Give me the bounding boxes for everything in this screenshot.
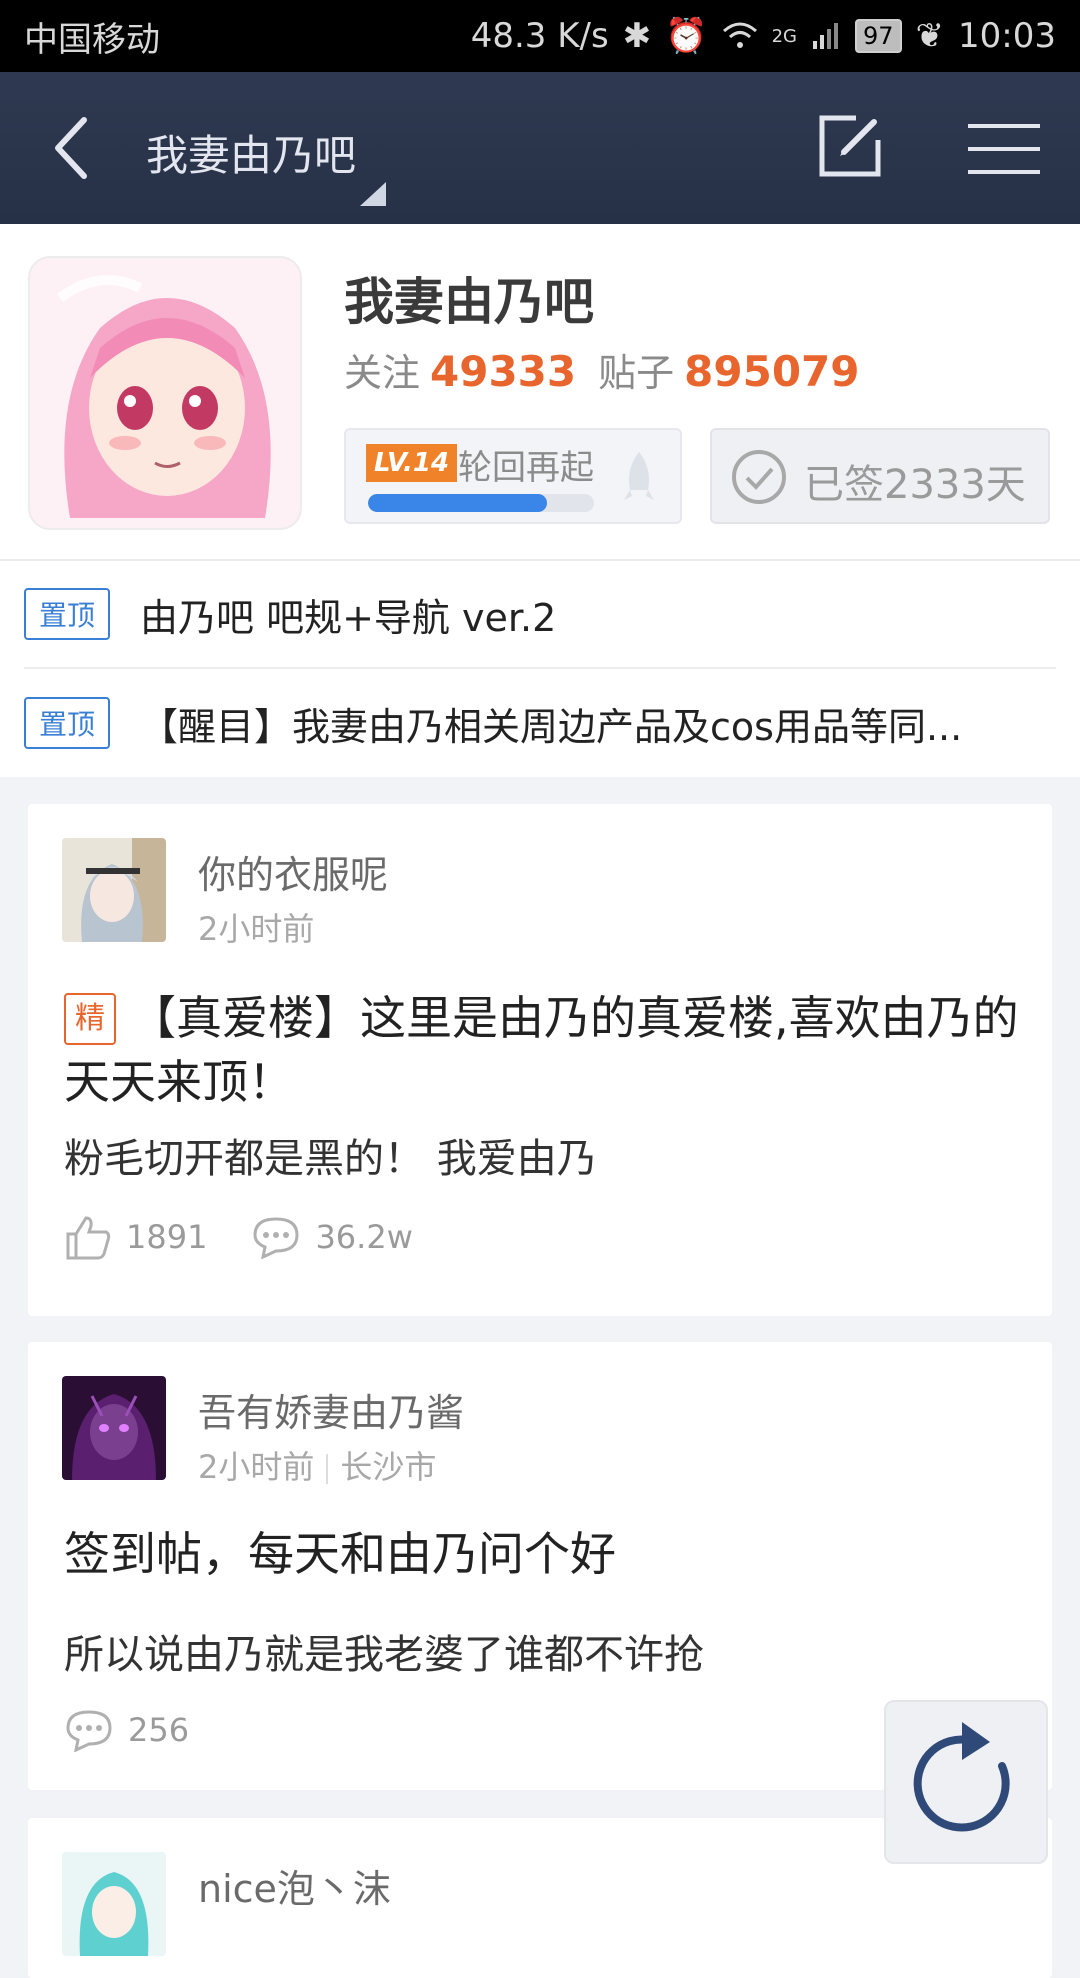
posts-count: 895079 — [684, 347, 860, 396]
post-meta: 2小时前 长沙市 — [198, 1442, 436, 1488]
post-meta: 2小时前 — [198, 904, 314, 950]
user-avatar[interactable] — [62, 838, 166, 942]
pinned-post-title: 【醒目】我妻由乃相关周边产品及cos用品等同... — [140, 704, 963, 749]
clock-time: 10:03 — [958, 16, 1056, 56]
level-progress-bar — [368, 494, 594, 512]
post-title-text: 【真爱楼】这里是由乃的真爱楼,喜欢由乃的天天来顶！ — [64, 991, 1019, 1109]
comment-icon — [253, 1217, 299, 1259]
forum-name: 我妻由乃吧 — [344, 273, 594, 331]
pinned-post-title: 由乃吧 吧规+导航 ver.2 — [140, 595, 557, 640]
nav-title[interactable]: 我妻由乃吧 — [146, 122, 356, 183]
post-title[interactable]: 精【真爱楼】这里是由乃的真爱楼,喜欢由乃的天天来顶！ — [64, 986, 1034, 1114]
post-excerpt: 所以说由乃就是我老婆了谁都不许抢 — [64, 1632, 704, 1678]
like-button[interactable]: 1891 — [64, 1214, 207, 1260]
menu-icon[interactable] — [968, 122, 1040, 176]
pinned-tag: 置顶 — [24, 697, 110, 749]
post-time: 2小时前 — [198, 1448, 315, 1486]
post-author[interactable]: 吾有娇妻由乃酱 — [198, 1382, 464, 1437]
edit-icon[interactable] — [816, 112, 884, 180]
post-author[interactable]: nice泡丶沫 — [198, 1858, 391, 1913]
comment-count: 36.2w — [315, 1218, 413, 1256]
user-avatar-icon — [62, 1852, 166, 1956]
check-circle-icon — [732, 450, 786, 504]
pinned-post-item[interactable]: 置顶 由乃吧 吧规+导航 ver.2 — [24, 561, 1056, 669]
battery-level: 97 — [854, 19, 902, 53]
pinned-tag: 置顶 — [24, 588, 110, 640]
signed-in-button[interactable]: 已签2333天 — [710, 428, 1050, 524]
level-progress-fill — [368, 494, 547, 512]
signed-days-label: 已签2333天 — [804, 462, 1026, 508]
pinned-post-item[interactable]: 置顶 【醒目】我妻由乃相关周边产品及cos用品等同... — [24, 669, 1056, 777]
post-footer: 256 — [64, 1708, 233, 1752]
comment-icon — [66, 1710, 112, 1752]
user-avatar[interactable] — [62, 1852, 166, 1956]
follow-label: 关注 — [344, 351, 421, 395]
level-title: 轮回再起 — [458, 448, 594, 488]
featured-tag: 精 — [64, 993, 116, 1045]
dropdown-triangle-icon[interactable] — [360, 182, 386, 206]
anime-girl-avatar-icon — [30, 258, 300, 528]
post-location: 长沙市 — [340, 1448, 437, 1486]
thumbs-up-icon — [66, 1216, 111, 1260]
network-speed: 48.3 K/s — [470, 16, 609, 56]
forum-stats: 关注 49333 贴子 895079 — [344, 342, 882, 397]
forum-avatar[interactable] — [28, 256, 302, 530]
refresh-icon — [913, 1722, 1010, 1832]
wifi-icon — [722, 22, 757, 48]
user-avatar-icon — [62, 1376, 166, 1480]
rocket-icon — [624, 452, 654, 500]
back-arrow-icon[interactable] — [44, 110, 104, 186]
forum-header: 我妻由乃吧 关注 49333 贴子 895079 LV.14 轮回再起 已签2333天 — [0, 224, 1080, 559]
top-navbar: 我妻由乃吧 — [0, 72, 1080, 224]
follow-count: 49333 — [430, 347, 577, 396]
user-avatar[interactable] — [62, 1376, 166, 1480]
comment-count: 256 — [128, 1711, 190, 1749]
bluetooth-icon: ✱ — [622, 16, 652, 56]
like-count: 1891 — [126, 1218, 208, 1256]
post-excerpt: 粉毛切开都是黑的！ 我爱由乃 — [64, 1136, 597, 1182]
pinned-posts: 置顶 由乃吧 吧规+导航 ver.2 置顶 【醒目】我妻由乃相关周边产品及cos… — [0, 559, 1080, 777]
status-indicators: 48.3 K/s ✱ ⏰ 2G 97 ❦ 10:03 — [471, 16, 1056, 56]
user-avatar-icon — [62, 838, 166, 942]
comment-button[interactable]: 36.2w — [251, 1215, 413, 1259]
post-card[interactable]: 你的衣服呢 2小时前 精【真爱楼】这里是由乃的真爱楼,喜欢由乃的天天来顶！ 粉毛… — [28, 804, 1052, 1316]
post-time: 2小时前 — [198, 910, 315, 948]
level-panel[interactable]: LV.14 轮回再起 — [344, 428, 682, 524]
status-bar: 中国移动 48.3 K/s ✱ ⏰ 2G 97 ❦ 10:03 — [0, 0, 1080, 72]
post-title[interactable]: 签到帖，每天和由乃问个好 — [64, 1522, 1034, 1586]
meta-divider — [326, 1454, 329, 1484]
refresh-button[interactable] — [884, 1700, 1048, 1864]
signal-icon — [812, 23, 838, 49]
level-badge: LV.14 — [366, 444, 458, 482]
alarm-icon: ⏰ — [665, 16, 708, 56]
leaf-icon: ❦ — [915, 16, 945, 56]
posts-label: 贴子 — [598, 351, 675, 395]
network-type: 2G — [771, 25, 797, 47]
post-footer: 1891 36.2w — [64, 1214, 457, 1260]
comment-button[interactable]: 256 — [64, 1708, 189, 1752]
post-author[interactable]: 你的衣服呢 — [198, 844, 388, 899]
carrier-label: 中国移动 — [24, 19, 160, 60]
